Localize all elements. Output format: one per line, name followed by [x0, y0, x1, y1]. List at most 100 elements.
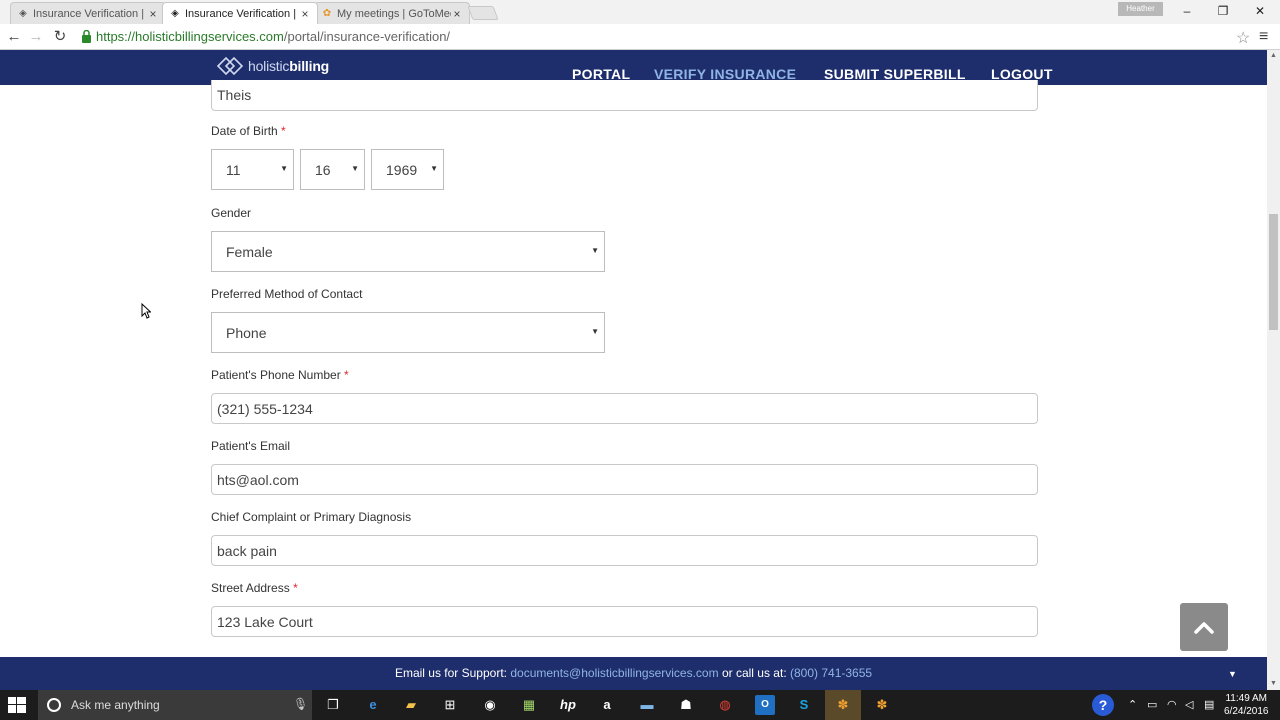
skype-icon[interactable]: S: [794, 695, 814, 715]
browser-tab-strip: ◈ Insurance Verification | Ho × ◈ Insura…: [0, 0, 1280, 24]
browser-tab-3[interactable]: ✿ My meetings | GoToMeeti ×: [314, 2, 470, 24]
reload-button[interactable]: ↻: [51, 28, 69, 46]
tab-title: Insurance Verification | Ho: [33, 7, 147, 20]
lock-icon: [82, 30, 91, 43]
contact-method-label: Preferred Method of Contact: [211, 287, 363, 301]
dob-label: Date of Birth *: [211, 124, 286, 138]
support-middle: or call us at:: [721, 666, 787, 680]
browser-tab-2[interactable]: ◈ Insurance Verification | Ho ×: [162, 2, 318, 24]
street-address-label: Street Address *: [211, 581, 298, 595]
windows-taskbar: Ask me anything 🎙 ❐ e ▰ ⊞ ◉ ▦ hp a ▬ ☗ ◍…: [0, 690, 1280, 720]
contact-method-select[interactable]: Phone ▼: [211, 312, 605, 353]
gotomeeting-icon: ✿: [322, 7, 332, 19]
gender-select[interactable]: Female ▼: [211, 231, 605, 272]
dob-day-select[interactable]: 16 ▼: [300, 149, 365, 190]
scroll-up-arrow-icon[interactable]: ▲: [1267, 50, 1280, 62]
chevron-down-icon: ▼: [351, 164, 359, 173]
network-app-icon[interactable]: ☗: [676, 695, 696, 715]
required-marker: *: [281, 124, 286, 138]
restore-button[interactable]: ❐: [1215, 4, 1231, 18]
dob-year-select[interactable]: 1969 ▼: [371, 149, 444, 190]
store-icon[interactable]: ⊞: [440, 695, 460, 715]
notifications-icon[interactable]: ▤: [1204, 698, 1214, 711]
phone-input[interactable]: (321) 555-1234: [211, 393, 1038, 424]
minimize-button[interactable]: –: [1179, 4, 1195, 18]
chevron-up-icon: [1194, 622, 1214, 634]
amazon-icon[interactable]: a: [597, 695, 617, 715]
gotomeeting-icon[interactable]: ✽: [872, 695, 892, 715]
chevron-down-icon: ▼: [591, 246, 599, 255]
new-tab-button[interactable]: [467, 6, 499, 20]
close-window-button[interactable]: ✕: [1252, 4, 1268, 18]
address-toolbar: ← → ↻ https://holisticbillingservices.co…: [0, 24, 1280, 50]
street-address-input[interactable]: 123 Lake Court: [211, 606, 1038, 637]
complaint-label: Chief Complaint or Primary Diagnosis: [211, 510, 412, 524]
required-marker: *: [344, 368, 349, 382]
dob-month-select[interactable]: 11 ▼: [211, 149, 294, 190]
dob-year-value: 1969: [386, 161, 418, 178]
scroll-to-top-button[interactable]: [1180, 603, 1228, 651]
logo-text-bold: billing: [289, 58, 330, 74]
email-label: Patient's Email: [211, 439, 290, 453]
forward-button[interactable]: →: [27, 28, 45, 46]
complaint-input[interactable]: back pain: [211, 535, 1038, 566]
paint-app-icon[interactable]: ▦: [519, 695, 539, 715]
bookmark-star-icon[interactable]: ☆: [1236, 28, 1250, 48]
dob-month-value: 11: [226, 161, 241, 178]
help-icon[interactable]: ?: [1092, 694, 1114, 716]
task-view-icon[interactable]: ❐: [323, 695, 343, 715]
scroll-down-arrow-icon[interactable]: ▼: [1267, 678, 1280, 690]
media-player-icon[interactable]: ◉: [480, 695, 500, 715]
photos-icon[interactable]: ▬: [637, 695, 657, 715]
logo-text-light: holistic: [248, 58, 290, 74]
page-scrollbar[interactable]: ▲ ▼: [1267, 50, 1280, 690]
last-name-input[interactable]: Theis: [211, 80, 1038, 111]
cortana-search-box[interactable]: Ask me anything 🎙: [38, 690, 312, 720]
dob-day-value: 16: [315, 161, 331, 178]
scroll-thumb[interactable]: [1269, 214, 1278, 330]
logo-text: holisticbilling: [248, 58, 329, 74]
url-path: /portal/insurance-verification/: [283, 29, 451, 44]
globe-icon: ◈: [19, 7, 27, 19]
system-clock[interactable]: 11:49 AM 6/24/2016: [1224, 692, 1269, 718]
edge-icon[interactable]: e: [363, 695, 383, 715]
close-icon[interactable]: ×: [299, 7, 311, 21]
profile-button[interactable]: Heather: [1118, 2, 1163, 16]
close-icon[interactable]: ×: [451, 7, 463, 21]
clock-time: 11:49 AM: [1225, 693, 1267, 704]
tab-title: My meetings | GoToMeeti: [337, 7, 451, 20]
globe-icon: ◈: [171, 7, 179, 19]
hp-icon[interactable]: hp: [558, 695, 578, 715]
street-label-text: Street Address: [211, 581, 290, 595]
email-input[interactable]: hts@aol.com: [211, 464, 1038, 495]
back-button[interactable]: ←: [5, 28, 23, 46]
url-host: https://holisticbillingservices.com: [96, 29, 284, 44]
battery-icon[interactable]: ▭: [1147, 698, 1157, 711]
mouse-cursor-icon: [141, 303, 151, 319]
chevron-down-icon: ▼: [280, 164, 288, 173]
chevron-up-icon[interactable]: ⌃: [1128, 698, 1137, 711]
search-placeholder: Ask me anything: [71, 698, 160, 712]
wifi-icon[interactable]: ◠: [1167, 698, 1177, 711]
chevron-down-icon: ▼: [430, 164, 438, 173]
clock-date: 6/24/2016: [1224, 706, 1269, 717]
gotomeeting-icon[interactable]: ✽: [833, 695, 853, 715]
holisticbilling-logo[interactable]: holisticbilling: [214, 54, 329, 78]
close-icon[interactable]: ×: [147, 7, 159, 21]
support-phone-link[interactable]: (800) 741-3655: [790, 666, 872, 680]
phone-label: Patient's Phone Number *: [211, 368, 349, 382]
caret-down-icon[interactable]: ▼: [1228, 669, 1237, 679]
microphone-icon[interactable]: 🎙: [293, 697, 308, 711]
browser-menu-icon[interactable]: ≡: [1259, 28, 1268, 46]
url-field[interactable]: https://holisticbillingservices.com/port…: [96, 29, 450, 44]
browser-tab-1[interactable]: ◈ Insurance Verification | Ho ×: [10, 2, 166, 24]
support-email-link[interactable]: documents@holisticbillingservices.com: [510, 666, 718, 680]
volume-icon[interactable]: ◁: [1185, 698, 1193, 711]
gender-label: Gender: [211, 206, 252, 220]
chevron-down-icon: ▼: [591, 327, 599, 336]
cortana-icon: [47, 698, 61, 712]
windows-start-icon[interactable]: [8, 697, 26, 713]
chrome-icon[interactable]: ◍: [715, 695, 735, 715]
file-explorer-icon[interactable]: ▰: [401, 695, 421, 715]
outlook-icon[interactable]: O: [755, 695, 775, 715]
